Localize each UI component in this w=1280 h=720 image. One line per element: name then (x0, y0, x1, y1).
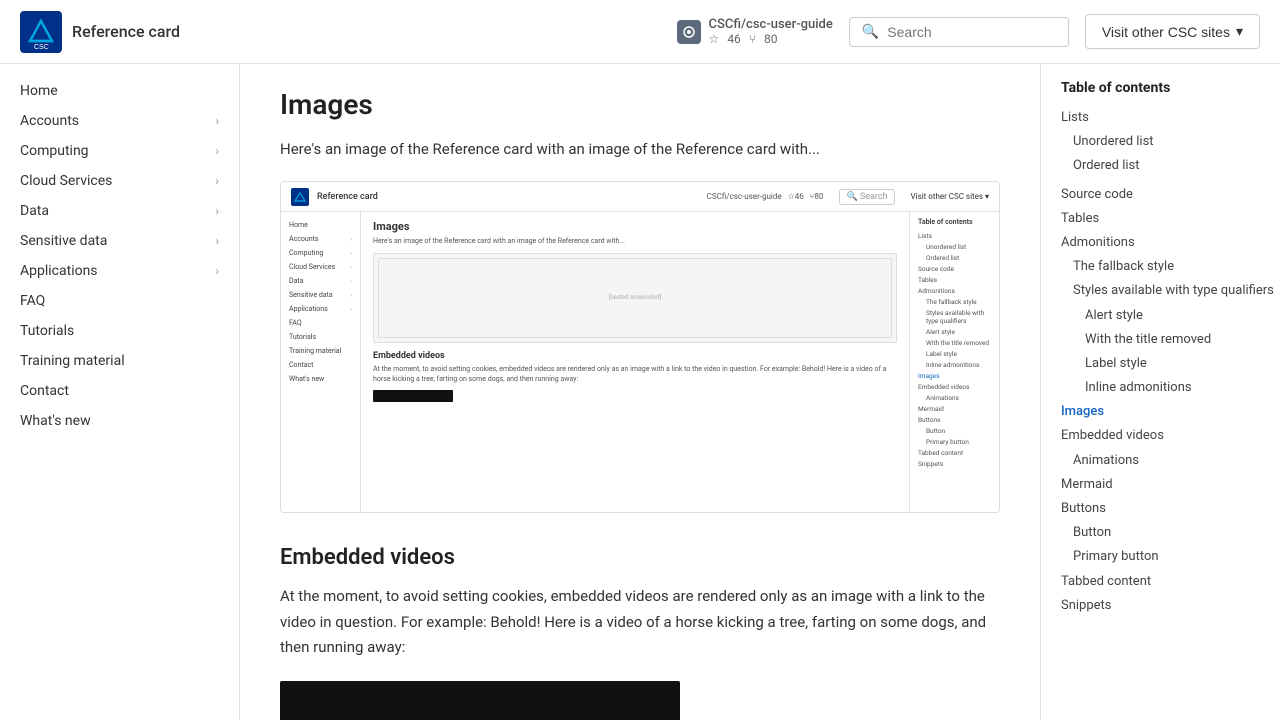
sidebar-item-label: Applications (20, 263, 98, 279)
toc-item-title-removed[interactable]: With the title removed (1061, 328, 1280, 352)
stars-count: 46 (727, 32, 741, 46)
screenshot-image: Reference card CSCfi/csc-user-guide ☆46 … (280, 181, 1000, 513)
sidebar-item-computing[interactable]: Computing › (0, 136, 239, 166)
sidebar-item-label: Computing (20, 143, 89, 159)
sidebar-item-faq[interactable]: FAQ (0, 286, 239, 316)
nested-toc: Table of contents Lists Unordered list O… (909, 212, 999, 512)
chevron-right-icon: › (215, 174, 219, 188)
toc-heading: Table of contents (1061, 80, 1280, 96)
toc-item-embedded-videos[interactable]: Embedded videos (1061, 424, 1280, 448)
forks-count: 80 (764, 32, 778, 46)
toc-item-snippets[interactable]: Snippets (1061, 594, 1280, 618)
sidebar-item-accounts[interactable]: Accounts › (0, 106, 239, 136)
csc-logo-icon: CSC (20, 11, 62, 53)
embedded-section-text: At the moment, to avoid setting cookies,… (280, 584, 1000, 661)
toc-sidebar: Table of contents Lists Unordered list O… (1040, 64, 1280, 720)
sidebar-item-contact[interactable]: Contact (0, 376, 239, 406)
star-icon: ☆ (709, 32, 720, 46)
search-icon: 🔍 (862, 24, 879, 40)
toc-item-primary-button[interactable]: Primary button (1061, 545, 1280, 569)
toc-item-tables[interactable]: Tables (1061, 207, 1280, 231)
toc-item-lists[interactable]: Lists (1061, 106, 1280, 130)
video-placeholder (280, 681, 680, 720)
nested-repo: CSCfi/csc-user-guide ☆46 ⑂80 (707, 192, 824, 201)
nested-img-box: [nested screenshot] (373, 253, 897, 343)
embedded-section-heading: Embedded videos (280, 545, 1000, 570)
nested-visit: Visit other CSC sites ▾ (911, 192, 989, 201)
sidebar-item-home[interactable]: Home (0, 76, 239, 106)
sidebar-item-label: Sensitive data (20, 233, 107, 249)
layout: Home Accounts › Computing › Cloud Servic… (0, 64, 1280, 720)
toc-item-source-code[interactable]: Source code (1061, 183, 1280, 207)
sidebar-item-label: Training material (20, 353, 125, 369)
visit-btn[interactable]: Visit other CSC sites ▾ (1085, 14, 1260, 49)
sidebar-item-label: Contact (20, 383, 69, 399)
toc-item-ordered-list[interactable]: Ordered list (1061, 154, 1280, 178)
logo-link[interactable]: CSC Reference card (20, 11, 180, 53)
toc-item-alert-style[interactable]: Alert style (1061, 304, 1280, 328)
repo-icon (677, 20, 701, 44)
nested-title: Reference card (317, 192, 378, 202)
toc-item-animations[interactable]: Animations (1061, 449, 1280, 473)
svg-text:CSC: CSC (34, 44, 49, 51)
nested-search: 🔍 Search (839, 189, 894, 205)
repo-stats: ☆ 46 ⑂ 80 (709, 32, 833, 46)
sidebar-item-training[interactable]: Training material (0, 346, 239, 376)
search-box[interactable]: 🔍 (849, 17, 1069, 47)
sidebar-item-label: Data (20, 203, 49, 219)
page-title: Images (280, 88, 1000, 121)
embedded-videos-section: Embedded videos At the moment, to avoid … (280, 545, 1000, 720)
sidebar-item-label: Home (20, 83, 58, 99)
toc-item-fallback-style[interactable]: The fallback style (1061, 255, 1280, 279)
nested-sidebar: Home Accounts › Computing › Cloud Servic… (281, 212, 361, 512)
repo-name[interactable]: CSCfi/csc-user-guide (709, 17, 833, 32)
sidebar-item-label: Cloud Services (20, 173, 112, 189)
search-input[interactable] (887, 24, 1056, 40)
toc-item-admonitions[interactable]: Admonitions (1061, 231, 1280, 255)
repo-info: CSCfi/csc-user-guide ☆ 46 ⑂ 80 (677, 17, 833, 46)
toc-item-inline-admonitions[interactable]: Inline admonitions (1061, 376, 1280, 400)
sidebar-item-label: Accounts (20, 113, 79, 129)
sidebar-item-label: FAQ (20, 293, 45, 309)
main-content: Images Here's an image of the Reference … (240, 64, 1040, 720)
chevron-right-icon: › (215, 234, 219, 248)
toc-item-unordered-list[interactable]: Unordered list (1061, 130, 1280, 154)
toc-item-label-style[interactable]: Label style (1061, 352, 1280, 376)
chevron-down-icon: ▾ (1236, 23, 1243, 40)
sidebar-item-cloud-services[interactable]: Cloud Services › (0, 166, 239, 196)
site-title: Reference card (72, 22, 180, 41)
toc-item-tabbed-content[interactable]: Tabbed content (1061, 570, 1280, 594)
sidebar-item-label: Tutorials (20, 323, 74, 339)
sidebar-item-sensitive-data[interactable]: Sensitive data › (0, 226, 239, 256)
fork-icon: ⑂ (749, 32, 756, 46)
nested-header: Reference card CSCfi/csc-user-guide ☆46 … (281, 182, 999, 212)
toc-item-mermaid[interactable]: Mermaid (1061, 473, 1280, 497)
chevron-right-icon: › (215, 264, 219, 278)
sidebar-item-applications[interactable]: Applications › (0, 256, 239, 286)
sidebar: Home Accounts › Computing › Cloud Servic… (0, 64, 240, 720)
page-intro: Here's an image of the Reference card wi… (280, 137, 1000, 161)
chevron-right-icon: › (215, 204, 219, 218)
toc-item-buttons[interactable]: Buttons (1061, 497, 1280, 521)
toc-item-images[interactable]: Images (1061, 400, 1280, 424)
sidebar-item-data[interactable]: Data › (0, 196, 239, 226)
nested-main: Images Here's an image of the Reference … (361, 212, 909, 512)
chevron-right-icon: › (215, 114, 219, 128)
sidebar-item-whats-new[interactable]: What's new (0, 406, 239, 436)
chevron-right-icon: › (215, 144, 219, 158)
toc-item-button[interactable]: Button (1061, 521, 1280, 545)
visit-btn-label: Visit other CSC sites (1102, 24, 1230, 40)
nested-inner-screenshot: [nested screenshot] (378, 258, 892, 338)
toc-item-styles-with-type[interactable]: Styles available with type qualifiers (1061, 279, 1280, 303)
header: CSC Reference card CSCfi/csc-user-guide … (0, 0, 1280, 64)
sidebar-item-label: What's new (20, 413, 91, 429)
sidebar-item-tutorials[interactable]: Tutorials (0, 316, 239, 346)
